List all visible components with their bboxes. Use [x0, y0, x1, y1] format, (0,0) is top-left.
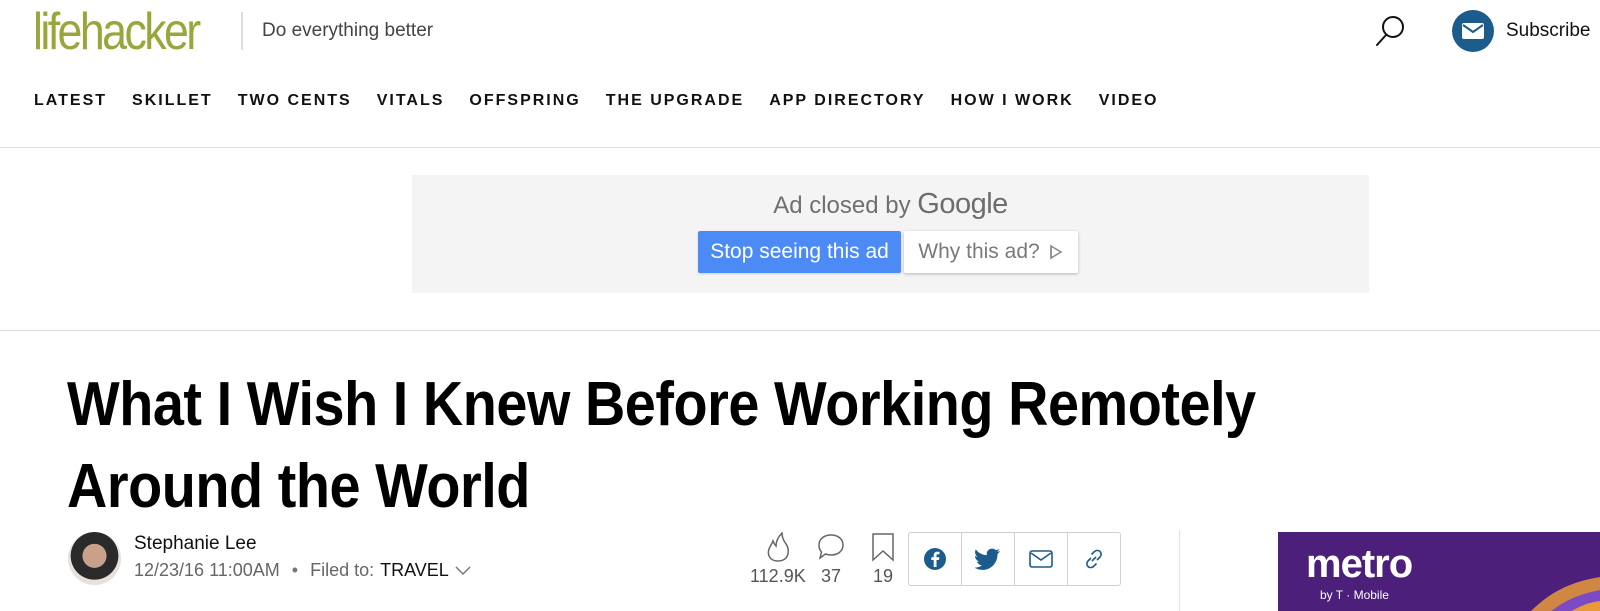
ad-divider	[0, 330, 1600, 331]
section-nav: LATEST SKILLET TWO CENTS VITALS OFFSPRIN…	[34, 92, 1184, 110]
why-this-ad-label: Why this ad?	[918, 240, 1040, 263]
views-count: 112.9K	[750, 566, 806, 586]
ad-slot: Ad closed by Google Stop seeing this ad …	[412, 175, 1369, 293]
metro-sub-label: by T · Mobile	[1320, 588, 1389, 602]
comments-stat[interactable]: 37	[817, 532, 845, 587]
twitter-icon	[975, 548, 1000, 570]
author-name[interactable]: Stephanie Lee	[134, 533, 257, 555]
comment-icon	[818, 534, 844, 560]
nav-item-vitals[interactable]: VITALS	[377, 92, 445, 110]
publish-date[interactable]: 12/23/16 11:00AM	[134, 560, 280, 581]
ad-choices-icon	[1049, 244, 1063, 260]
filed-to-label: Filed to:	[310, 560, 375, 580]
subscribe-label: Subscribe	[1506, 20, 1591, 41]
saves-stat[interactable]: 19	[871, 532, 895, 587]
metro-ad-banner[interactable]: metro by T · Mobile	[1278, 532, 1600, 611]
nav-item-two-cents[interactable]: TWO CENTS	[238, 92, 352, 110]
logo-divider	[241, 12, 243, 50]
metro-logo: metro	[1306, 542, 1413, 586]
stop-seeing-ad-button[interactable]: Stop seeing this ad	[698, 231, 901, 273]
share-bar	[908, 532, 1121, 586]
sidebar-divider	[1179, 530, 1180, 611]
google-wordmark: Google	[917, 188, 1008, 220]
ad-closed-label: Ad closed by	[773, 192, 911, 219]
meta-separator: •	[291, 560, 299, 580]
link-icon	[1086, 549, 1102, 569]
comments-count: 37	[820, 566, 842, 586]
saves-count: 19	[872, 566, 894, 586]
mail-icon	[1452, 10, 1494, 52]
views-stat[interactable]: 112.9K	[750, 532, 806, 587]
nav-item-the-upgrade[interactable]: THE UPGRADE	[606, 92, 744, 110]
share-twitter-button[interactable]	[962, 533, 1015, 585]
why-this-ad-button[interactable]: Why this ad?	[904, 231, 1078, 273]
bookmark-icon	[872, 533, 894, 562]
tagline: Do everything better	[262, 20, 434, 41]
logo-part1: life	[33, 3, 82, 61]
article-title: What I Wish I Knew Before Working Remote…	[67, 370, 1256, 521]
facebook-icon	[924, 548, 946, 570]
article-meta: 12/23/16 11:00AM • Filed to: TRAVEL	[134, 560, 471, 581]
flame-icon	[767, 532, 789, 562]
search-button[interactable]	[1374, 14, 1406, 48]
nav-item-latest[interactable]: LATEST	[34, 92, 107, 110]
subscribe-button[interactable]: Subscribe	[1452, 10, 1591, 52]
category-link[interactable]: TRAVEL	[380, 560, 449, 581]
email-icon	[1029, 550, 1053, 568]
share-email-button[interactable]	[1015, 533, 1068, 585]
ad-closed-text: Ad closed by Google	[412, 188, 1369, 221]
search-icon	[1376, 16, 1404, 46]
author-avatar[interactable]	[68, 532, 121, 585]
metro-decoration	[1531, 577, 1600, 611]
lifehacker-logo[interactable]: lifehacker	[33, 3, 201, 61]
nav-item-video[interactable]: VIDEO	[1099, 92, 1159, 110]
chevron-down-icon[interactable]	[455, 565, 471, 576]
nav-item-app-directory[interactable]: APP DIRECTORY	[769, 92, 925, 110]
copy-link-button[interactable]	[1068, 533, 1120, 585]
header-divider	[0, 147, 1600, 148]
nav-item-skillet[interactable]: SKILLET	[132, 92, 213, 110]
nav-item-how-i-work[interactable]: HOW I WORK	[951, 92, 1074, 110]
nav-item-offspring[interactable]: OFFSPRING	[469, 92, 580, 110]
share-facebook-button[interactable]	[909, 533, 962, 585]
logo-part2: hacker	[79, 3, 201, 61]
